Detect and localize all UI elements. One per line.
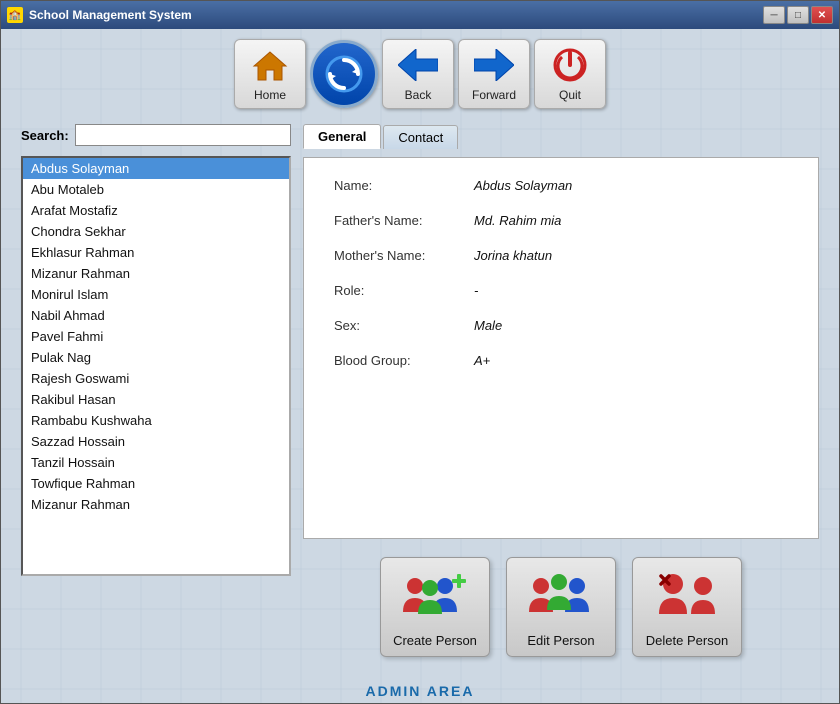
list-item[interactable]: Rakibul Hasan	[23, 389, 289, 410]
home-button[interactable]: Home	[234, 39, 306, 109]
search-label: Search:	[21, 128, 69, 143]
list-item[interactable]: Chondra Sekhar	[23, 221, 289, 242]
footer-text: ADMIN AREA	[366, 683, 475, 699]
list-item[interactable]: Rajesh Goswami	[23, 368, 289, 389]
list-item[interactable]: Towfique Rahman	[23, 473, 289, 494]
sex-label: Sex:	[334, 318, 474, 333]
father-value: Md. Rahim mia	[474, 213, 561, 228]
right-panel: General Contact Name: Abdus Solayman Fat…	[303, 124, 819, 667]
toolbar: Home B	[1, 29, 839, 114]
list-item[interactable]: Abdus Solayman	[23, 158, 289, 179]
blood-label: Blood Group:	[334, 353, 474, 368]
father-label: Father's Name:	[334, 213, 474, 228]
edit-person-icon	[526, 565, 596, 627]
sex-value: Male	[474, 318, 502, 333]
maximize-button[interactable]: □	[787, 6, 809, 24]
list-item[interactable]: Abu Motaleb	[23, 179, 289, 200]
minimize-button[interactable]: ─	[763, 6, 785, 24]
list-item[interactable]: Pulak Nag	[23, 347, 289, 368]
forward-label: Forward	[472, 88, 516, 102]
delete-person-button[interactable]: Delete Person	[632, 557, 742, 657]
app-icon: 🏫	[7, 7, 23, 23]
create-person-icon	[400, 565, 470, 627]
list-item[interactable]: Tanzil Hossain	[23, 452, 289, 473]
list-item[interactable]: Monirul Islam	[23, 284, 289, 305]
role-row: Role: -	[334, 283, 788, 298]
back-icon	[398, 46, 438, 84]
tab-bar: General Contact	[303, 124, 819, 149]
blood-row: Blood Group: A+	[334, 353, 788, 368]
quit-button[interactable]: Quit	[534, 39, 606, 109]
list-item[interactable]: Arafat Mostafiz	[23, 200, 289, 221]
mother-label: Mother's Name:	[334, 248, 474, 263]
tab-general[interactable]: General	[303, 124, 381, 149]
list-item[interactable]: Pavel Fahmi	[23, 326, 289, 347]
tab-contact[interactable]: Contact	[383, 125, 458, 149]
edit-person-button[interactable]: Edit Person	[506, 557, 616, 657]
list-item[interactable]: Ekhlasur Rahman	[23, 242, 289, 263]
father-row: Father's Name: Md. Rahim mia	[334, 213, 788, 228]
edit-person-label: Edit Person	[527, 633, 594, 648]
refresh-button[interactable]	[310, 40, 378, 108]
role-label: Role:	[334, 283, 474, 298]
title-bar-left: 🏫 School Management System	[7, 7, 192, 23]
list-item[interactable]: Rambabu Kushwaha	[23, 410, 289, 431]
quit-label: Quit	[559, 88, 581, 102]
window-controls: ─ □ ✕	[763, 6, 833, 24]
delete-person-label: Delete Person	[646, 633, 728, 648]
forward-button[interactable]: Forward	[458, 39, 530, 109]
back-label: Back	[405, 88, 432, 102]
search-input[interactable]	[75, 124, 291, 146]
person-list[interactable]: Abdus SolaymanAbu MotalebArafat Mostafiz…	[21, 156, 291, 576]
home-label: Home	[254, 88, 286, 102]
left-panel: Search: Abdus SolaymanAbu MotalebArafat …	[21, 124, 291, 667]
mother-row: Mother's Name: Jorina khatun	[334, 248, 788, 263]
blood-value: A+	[474, 353, 490, 368]
close-button[interactable]: ✕	[811, 6, 833, 24]
name-label: Name:	[334, 178, 474, 193]
forward-icon	[474, 46, 514, 84]
name-value: Abdus Solayman	[474, 178, 572, 193]
quit-icon	[550, 46, 590, 84]
name-row: Name: Abdus Solayman	[334, 178, 788, 193]
info-panel: Name: Abdus Solayman Father's Name: Md. …	[303, 157, 819, 539]
sex-row: Sex: Male	[334, 318, 788, 333]
main-content: Home B	[1, 29, 839, 703]
search-row: Search:	[21, 124, 291, 146]
delete-person-icon	[652, 565, 722, 627]
body-area: Search: Abdus SolaymanAbu MotalebArafat …	[1, 114, 839, 677]
window-title: School Management System	[29, 8, 192, 22]
title-bar: 🏫 School Management System ─ □ ✕	[1, 1, 839, 29]
back-button[interactable]: Back	[382, 39, 454, 109]
mother-value: Jorina khatun	[474, 248, 552, 263]
create-person-button[interactable]: Create Person	[380, 557, 490, 657]
window-frame: 🏫 School Management System ─ □ ✕ Home	[0, 0, 840, 704]
action-buttons: Create Person	[303, 547, 819, 667]
role-value: -	[474, 283, 478, 298]
refresh-icon	[324, 55, 364, 93]
create-person-label: Create Person	[393, 633, 477, 648]
footer: ADMIN AREA	[1, 677, 839, 703]
list-item[interactable]: Mizanur Rahman	[23, 263, 289, 284]
list-item[interactable]: Mizanur Rahman	[23, 494, 289, 515]
list-item[interactable]: Nabil Ahmad	[23, 305, 289, 326]
home-icon	[250, 46, 290, 84]
list-item[interactable]: Sazzad Hossain	[23, 431, 289, 452]
